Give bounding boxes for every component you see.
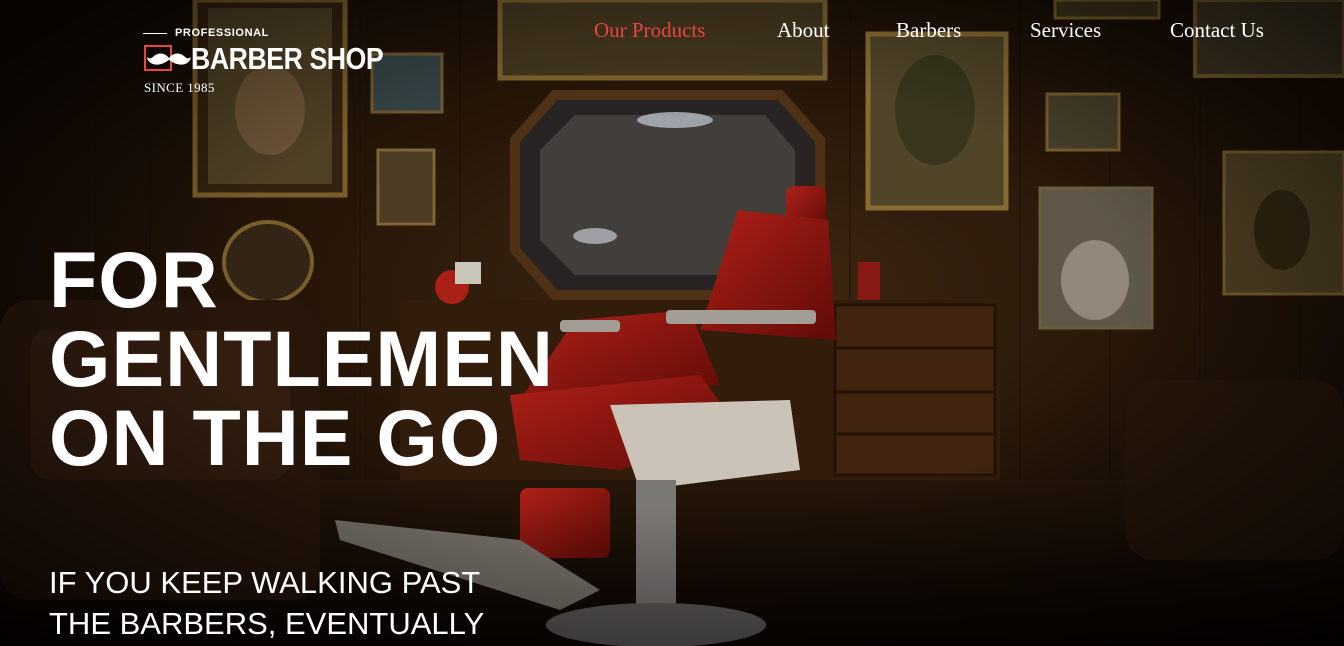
subheadline-line-2: THE BARBERS, EVENTUALLY (49, 606, 485, 641)
logo-since: SINCE 1985 (144, 80, 215, 95)
nav-barbers[interactable]: Barbers (896, 18, 961, 43)
hero-headline: FOR GENTLEMEN ON THE GO (49, 240, 554, 477)
hero-subheadline: IF YOU KEEP WALKING PAST THE BARBERS, EV… (49, 562, 484, 644)
nav-about[interactable]: About (777, 18, 830, 43)
nav-services[interactable]: Services (1030, 18, 1101, 43)
headline-line-2: GENTLEMEN (49, 314, 554, 403)
subheadline-line-1: IF YOU KEEP WALKING PAST (49, 565, 481, 600)
headline-line-1: FOR (49, 235, 219, 324)
headline-line-3: ON THE GO (49, 393, 502, 482)
main-nav: Our Products About Barbers Services Cont… (0, 18, 1344, 48)
mustache-icon (147, 53, 191, 65)
hero-section: PROFESSIONAL BARBER SHOP SINCE 1985 Our … (0, 0, 1344, 646)
nav-our-products[interactable]: Our Products (594, 18, 705, 43)
nav-contact-us[interactable]: Contact Us (1170, 18, 1264, 43)
